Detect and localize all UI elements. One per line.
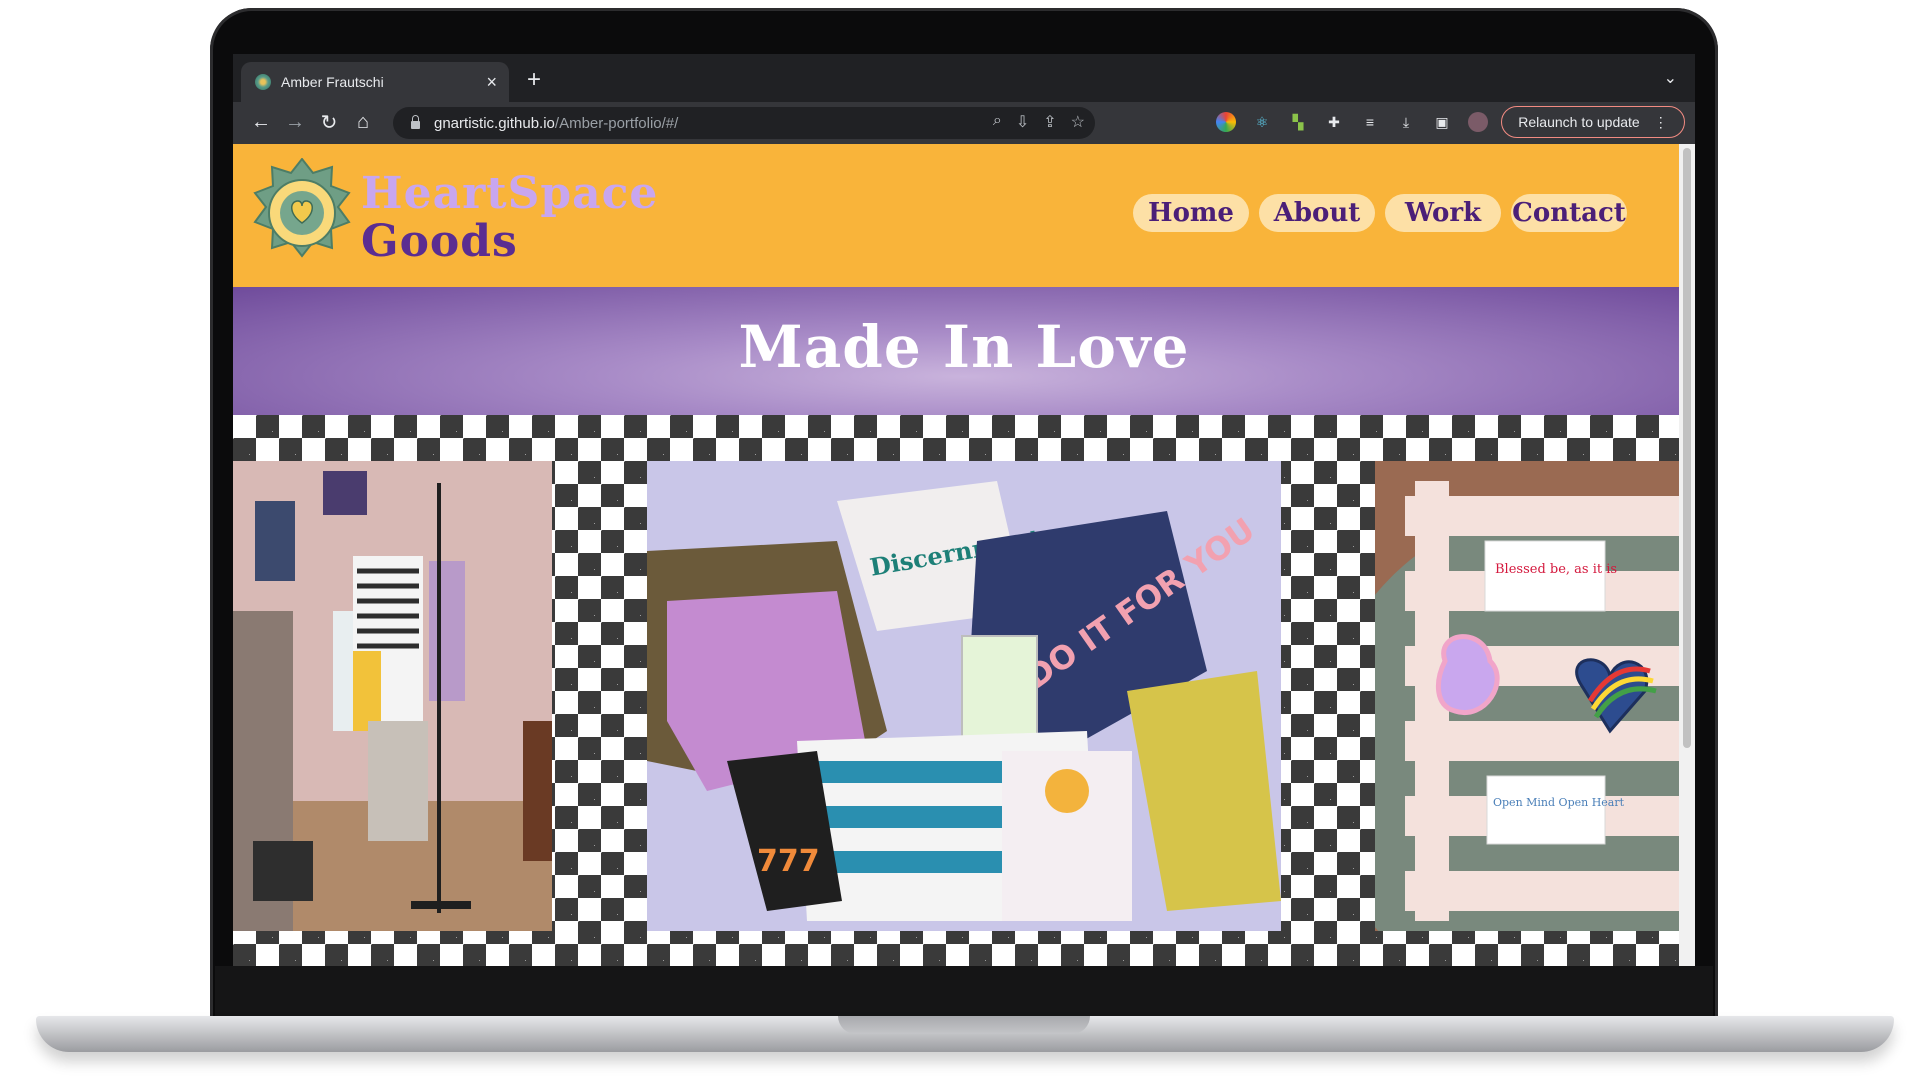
relaunch-button[interactable]: Relaunch to update ⋮: [1501, 106, 1685, 138]
menu-icon[interactable]: ⋮: [1654, 114, 1668, 131]
media-control-icon[interactable]: ≡: [1360, 112, 1380, 132]
clothing-flatlay-photo[interactable]: Discernment DO IT FOR YOU 777: [647, 461, 1281, 931]
extension-icon[interactable]: ✚: [1324, 112, 1344, 132]
extension-bar: ⚛ ▚ ✚ ≡ ⤓ ▣: [1216, 112, 1488, 132]
clothing-rack-photo[interactable]: [233, 461, 552, 931]
new-tab-button[interactable]: +: [527, 66, 541, 94]
laptop-bezel: [215, 966, 1713, 1016]
tab-strip: Amber Frautschi × + ⌄: [233, 54, 1695, 102]
page-scrollbar[interactable]: [1679, 144, 1695, 966]
install-icon[interactable]: ⇩: [1016, 112, 1029, 132]
favicon-icon: [255, 74, 271, 90]
browser-toolbar: ← → ↻ ⌂ gnartistic.github.io/Amber-portf…: [233, 102, 1695, 144]
profile-icon[interactable]: [1468, 112, 1488, 132]
blessed-patch-text: Blessed be, as it is: [1495, 562, 1617, 577]
photo-gallery: Discernment DO IT FOR YOU 777 Blessed be…: [233, 415, 1695, 966]
forward-icon[interactable]: →: [279, 106, 311, 138]
share-icon[interactable]: ⇪: [1043, 112, 1056, 132]
tab-search-icon[interactable]: ⌄: [1664, 68, 1677, 88]
open-mind-patch-text: Open Mind Open Heart: [1493, 796, 1625, 809]
download-icon[interactable]: ⤓: [1396, 112, 1416, 132]
scrollbar-thumb[interactable]: [1683, 148, 1691, 748]
react-devtools-icon[interactable]: ⚛: [1252, 112, 1272, 132]
brand-name[interactable]: HeartSpace Goods: [361, 172, 658, 264]
brand-line-1: HeartSpace: [361, 168, 659, 219]
browser-window: Amber Frautschi × + ⌄ ← → ↻ ⌂ gnartistic…: [233, 54, 1695, 966]
brand-line-2: Goods: [361, 216, 518, 267]
reload-icon[interactable]: ↻: [313, 106, 345, 138]
star-icon[interactable]: ☆: [1071, 112, 1085, 132]
web-page: HeartSpace Goods Home About Work Contact…: [233, 144, 1695, 966]
triple-seven-text: 777: [757, 844, 820, 879]
nav-work[interactable]: Work: [1385, 194, 1501, 232]
nav-about[interactable]: About: [1259, 194, 1375, 232]
nav-home[interactable]: Home: [1133, 194, 1249, 232]
site-header: HeartSpace Goods Home About Work Contact: [233, 144, 1695, 287]
url-text[interactable]: gnartistic.github.io/Amber-portfolio/#/: [434, 115, 678, 132]
hero-title: Made In Love: [738, 313, 1190, 381]
relaunch-label: Relaunch to update: [1518, 114, 1640, 130]
tab-title: Amber Frautschi: [281, 74, 384, 90]
extension-badge-icon[interactable]: ▚: [1288, 112, 1308, 132]
embroidered-patches-photo[interactable]: Blessed be, as it is Open Mind Open Hear…: [1375, 461, 1695, 931]
hero-banner: Made In Love: [233, 287, 1695, 415]
browser-tab[interactable]: Amber Frautschi ×: [241, 62, 509, 102]
back-icon[interactable]: ←: [245, 106, 277, 138]
zoom-icon[interactable]: ⌕: [993, 112, 1002, 132]
close-tab-icon[interactable]: ×: [486, 72, 497, 93]
url-host: gnartistic.github.io: [434, 114, 555, 132]
nav-contact[interactable]: Contact: [1511, 194, 1627, 232]
lock-icon[interactable]: [411, 115, 420, 129]
sidepanel-icon[interactable]: ▣: [1432, 112, 1452, 132]
url-path: /Amber-portfolio/#/: [554, 114, 679, 132]
site-nav: Home About Work Contact: [1133, 194, 1627, 232]
address-bar[interactable]: gnartistic.github.io/Amber-portfolio/#/ …: [393, 107, 1095, 139]
color-picker-extension-icon[interactable]: [1216, 112, 1236, 132]
heartspace-logo[interactable]: [247, 158, 357, 268]
laptop-notch: [838, 1016, 1090, 1034]
home-icon[interactable]: ⌂: [347, 106, 379, 138]
omnibox-actions: ⌕ ⇩ ⇪ ☆: [993, 112, 1085, 132]
